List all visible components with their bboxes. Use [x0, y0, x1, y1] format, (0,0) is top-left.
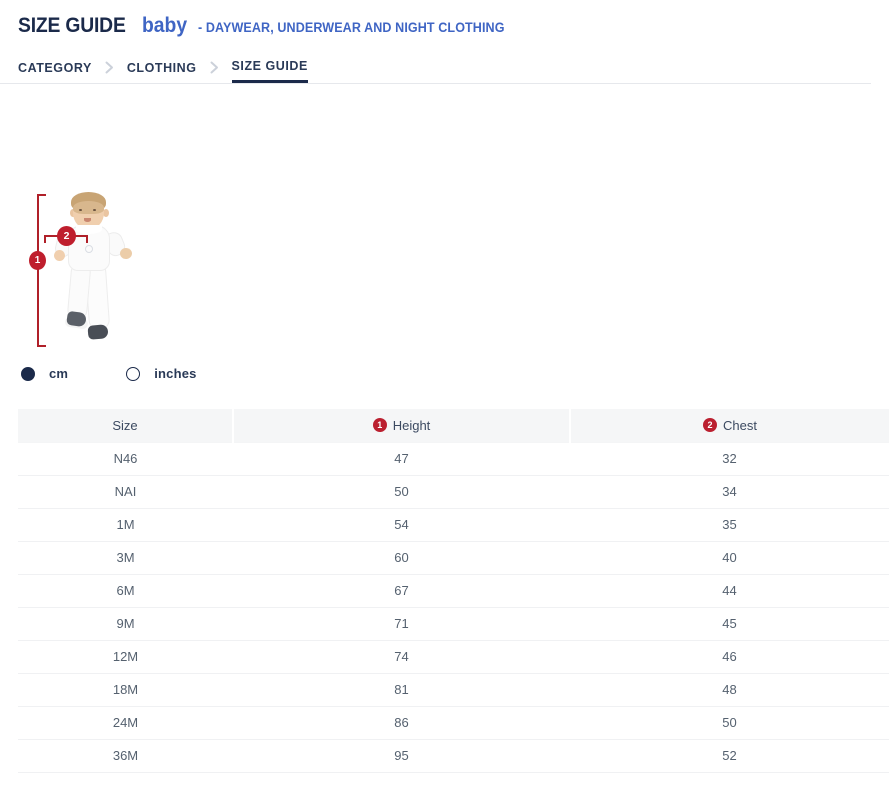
cell-chest: 52 — [570, 739, 889, 772]
baby-hair — [71, 192, 106, 212]
breadcrumb-item-size-guide[interactable]: SIZE GUIDE — [232, 60, 308, 84]
chest-guide-tick-right — [86, 235, 88, 243]
unit-option-inches[interactable]: inches — [126, 366, 196, 381]
baby-collar — [76, 225, 102, 234]
height-badge: 1 — [29, 251, 46, 270]
cell-size: 24M — [18, 706, 233, 739]
table-row: 1M 54 35 — [18, 508, 889, 541]
cell-chest: 48 — [570, 673, 889, 706]
table-row: N46 47 32 — [18, 442, 889, 475]
page-title-subtitle: - DAYWEAR, UNDERWEAR AND NIGHT CLOTHING — [198, 20, 505, 35]
cell-height: 86 — [233, 706, 570, 739]
cell-height: 95 — [233, 739, 570, 772]
cell-size: 18M — [18, 673, 233, 706]
height-column-badge: 1 — [373, 418, 387, 432]
cell-chest: 32 — [570, 442, 889, 475]
baby-figure: 1 2 — [18, 188, 148, 353]
cell-size: 3M — [18, 541, 233, 574]
height-guide-line — [37, 194, 39, 346]
unit-selector: cm inches — [0, 366, 889, 381]
cell-height: 81 — [233, 673, 570, 706]
table-row: 24M 86 50 — [18, 706, 889, 739]
cell-size: 1M — [18, 508, 233, 541]
chest-column-badge: 2 — [703, 418, 717, 432]
cell-height: 54 — [233, 508, 570, 541]
chevron-right-icon — [105, 61, 114, 83]
table-row: 6M 67 44 — [18, 574, 889, 607]
table-header-row: Size 1 Height 2 Chest — [18, 409, 889, 442]
height-guide-tick-bottom — [37, 345, 46, 347]
cell-size: 36M — [18, 739, 233, 772]
page-title: SIZE GUIDE baby - DAYWEAR, UNDERWEAR AND… — [18, 14, 889, 38]
page-title-category: baby — [142, 14, 187, 38]
size-table-header: Size 1 Height 2 Chest — [18, 409, 889, 442]
column-header-size: Size — [18, 409, 233, 442]
baby-mouth — [84, 218, 91, 222]
table-row: 36M 95 52 — [18, 739, 889, 772]
cell-chest: 45 — [570, 607, 889, 640]
chevron-right-icon — [210, 61, 219, 83]
cell-size: 6M — [18, 574, 233, 607]
baby-hand-left — [54, 250, 65, 261]
table-row: 12M 74 46 — [18, 640, 889, 673]
cell-chest: 35 — [570, 508, 889, 541]
unit-label-inches: inches — [154, 366, 196, 381]
table-row: 18M 81 48 — [18, 673, 889, 706]
radio-cm[interactable] — [21, 367, 35, 381]
cell-size: 12M — [18, 640, 233, 673]
breadcrumb-item-category[interactable]: CATEGORY — [18, 62, 92, 84]
cell-chest: 50 — [570, 706, 889, 739]
page-header: SIZE GUIDE baby - DAYWEAR, UNDERWEAR AND… — [0, 0, 889, 38]
baby-shoe-right — [87, 324, 108, 340]
size-table-body: N46 47 32 NAI 50 34 1M 54 35 3M 60 40 6M… — [18, 442, 889, 772]
radio-inches[interactable] — [126, 367, 140, 381]
measurement-figure-area: 1 2 — [0, 188, 889, 353]
column-header-chest: 2 Chest — [570, 409, 889, 442]
baby-illustration — [46, 192, 134, 350]
column-header-height-label: Height — [393, 418, 431, 433]
cell-height: 60 — [233, 541, 570, 574]
cell-height: 67 — [233, 574, 570, 607]
cell-height: 47 — [233, 442, 570, 475]
cell-height: 74 — [233, 640, 570, 673]
breadcrumb-item-clothing[interactable]: CLOTHING — [127, 62, 197, 84]
cell-size: 9M — [18, 607, 233, 640]
column-header-height: 1 Height — [233, 409, 570, 442]
column-header-size-label: Size — [112, 418, 137, 433]
chest-guide-tick-left — [44, 235, 46, 243]
table-row: NAI 50 34 — [18, 475, 889, 508]
baby-eye-left — [79, 209, 82, 211]
cell-chest: 44 — [570, 574, 889, 607]
chest-badge: 2 — [57, 226, 76, 246]
table-row: 9M 71 45 — [18, 607, 889, 640]
column-header-chest-label: Chest — [723, 418, 757, 433]
unit-option-cm[interactable]: cm — [21, 366, 68, 381]
breadcrumb: CATEGORY CLOTHING SIZE GUIDE — [0, 51, 871, 84]
baby-romper-button — [85, 245, 93, 253]
cell-size: N46 — [18, 442, 233, 475]
cell-size: NAI — [18, 475, 233, 508]
cell-height: 71 — [233, 607, 570, 640]
baby-hand-right — [120, 248, 132, 259]
height-guide-tick-top — [37, 194, 46, 196]
size-table: Size 1 Height 2 Chest N46 47 32 — [18, 409, 889, 773]
page-title-main: SIZE GUIDE — [18, 14, 126, 38]
cell-chest: 46 — [570, 640, 889, 673]
unit-label-cm: cm — [49, 366, 68, 381]
cell-chest: 40 — [570, 541, 889, 574]
cell-chest: 34 — [570, 475, 889, 508]
cell-height: 50 — [233, 475, 570, 508]
table-row: 3M 60 40 — [18, 541, 889, 574]
baby-eye-right — [93, 209, 96, 211]
